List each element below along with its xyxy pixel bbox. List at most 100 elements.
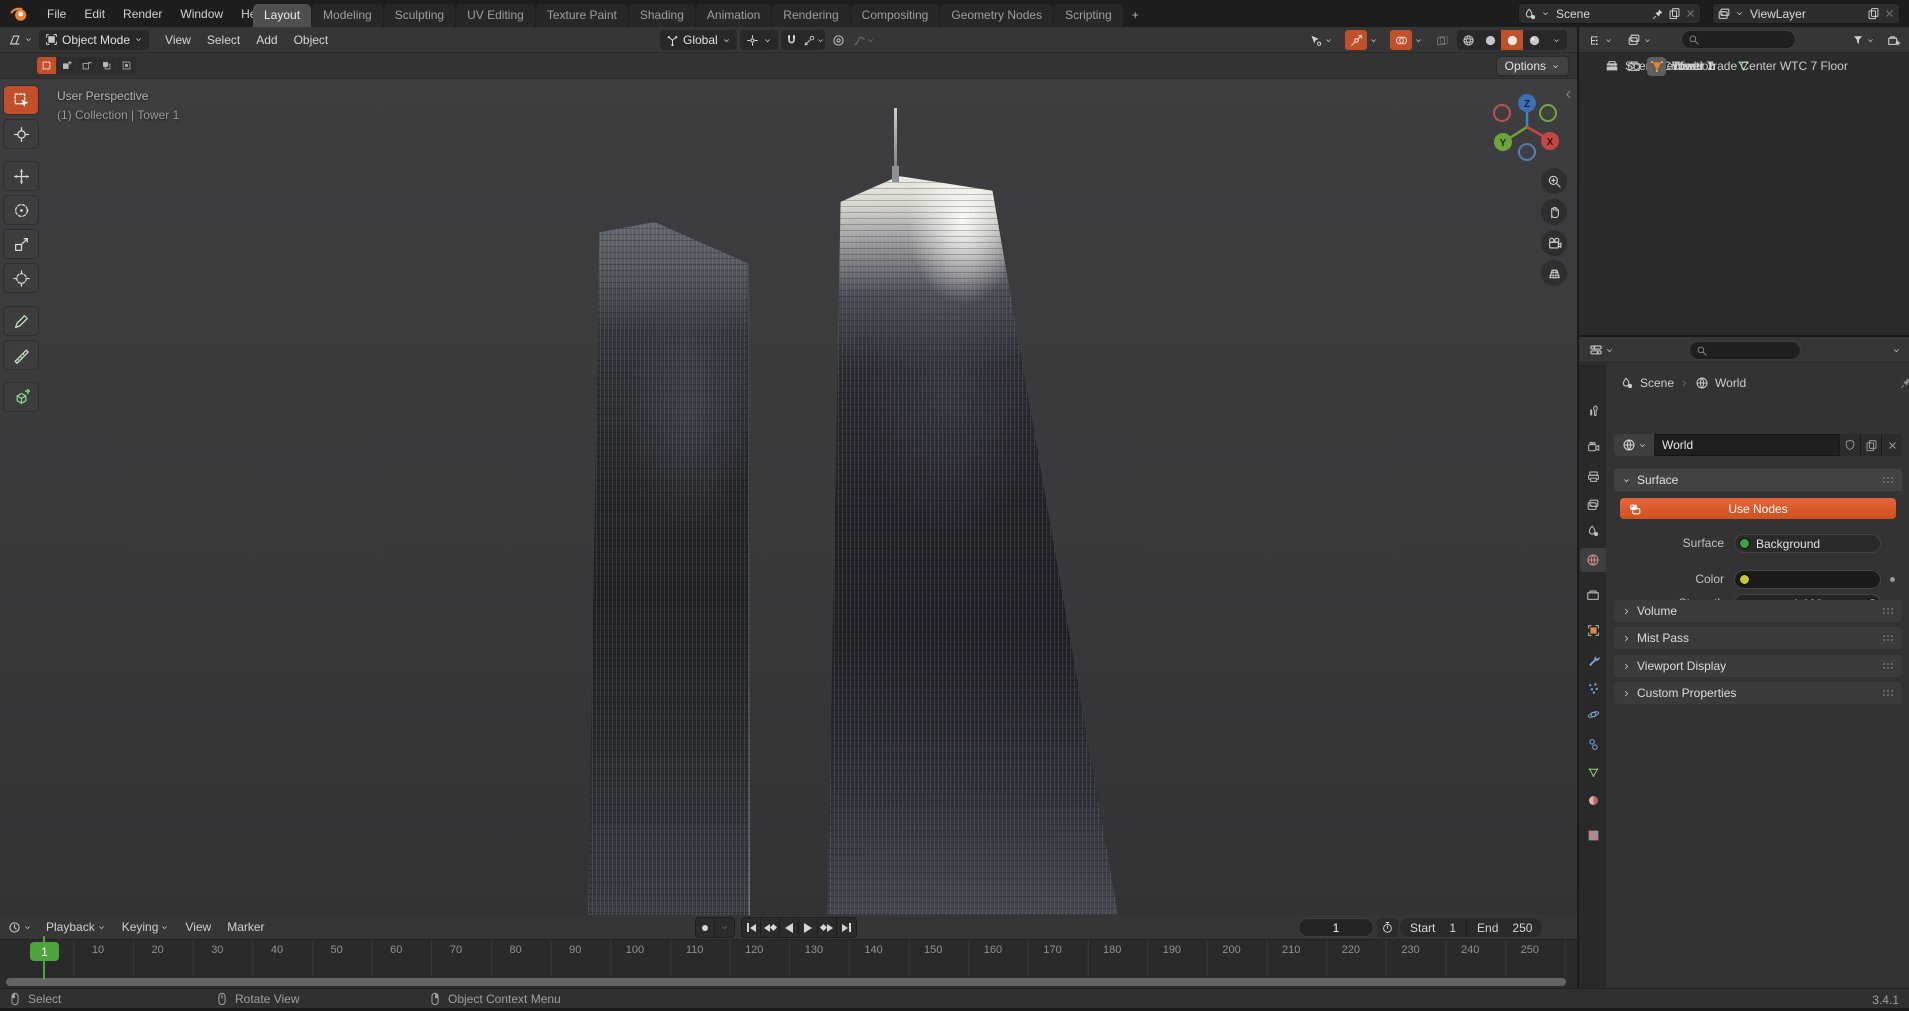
drag-dots-icon[interactable] — [1882, 606, 1894, 616]
properties-tab-object[interactable] — [1580, 618, 1606, 642]
menu-window[interactable]: Window — [171, 3, 232, 25]
properties-tab-particles[interactable] — [1580, 676, 1606, 700]
properties-tab-tool[interactable] — [1580, 398, 1606, 422]
timeline-menu-view[interactable]: View — [177, 917, 219, 937]
camera-view-button[interactable] — [1541, 230, 1567, 256]
properties-tab-data[interactable] — [1580, 760, 1606, 784]
viewport-3d[interactable]: Object Mode View Select Add Object Global — [0, 27, 1577, 915]
shading-rendered-button[interactable] — [1523, 30, 1545, 50]
tower-1-object[interactable] — [588, 222, 750, 915]
new-viewlayer-icon[interactable] — [1867, 7, 1880, 20]
menu-render[interactable]: Render — [114, 3, 171, 25]
drag-dots-icon[interactable] — [1882, 661, 1894, 671]
auto-key-button[interactable] — [696, 918, 715, 937]
shading-material-button[interactable] — [1501, 30, 1523, 50]
world-name-field[interactable]: World — [1654, 434, 1839, 456]
select-mode-subtract[interactable] — [77, 57, 96, 74]
tab-scripting[interactable]: Scripting — [1054, 4, 1123, 27]
object-name[interactable]: World Trade Center WTC 7 Floor — [1672, 59, 1848, 73]
panel-volume[interactable]: Volume — [1614, 600, 1902, 622]
start-frame-field[interactable]: Start 1 — [1400, 918, 1468, 937]
menu-edit[interactable]: Edit — [75, 3, 114, 25]
tool-addcube-button[interactable] — [3, 382, 39, 412]
play-button[interactable] — [799, 918, 818, 937]
auto-key-dropdown[interactable] — [715, 918, 734, 937]
play-reverse-button[interactable] — [780, 918, 799, 937]
properties-tab-world[interactable] — [1580, 548, 1606, 572]
selectability-dropdown[interactable] — [1305, 30, 1337, 50]
browse-world-button[interactable] — [1614, 434, 1654, 456]
mode-dropdown[interactable]: Object Mode — [39, 29, 150, 50]
properties-tab-physics[interactable] — [1580, 702, 1606, 726]
select-mode-invert[interactable] — [97, 57, 116, 74]
fake-user-button[interactable] — [1839, 434, 1860, 456]
timeline-editor-type[interactable] — [4, 917, 36, 937]
shading-dropdown[interactable] — [1545, 30, 1567, 50]
snap-toggle[interactable] — [781, 30, 803, 50]
tool-select-button[interactable] — [3, 85, 39, 115]
prev-keyframe-button[interactable] — [761, 918, 780, 937]
tab-animation[interactable]: Animation — [695, 4, 772, 27]
tool-measure-button[interactable] — [3, 340, 39, 370]
properties-tab-viewlayer[interactable] — [1580, 493, 1606, 517]
use-preview-range-button[interactable] — [1377, 918, 1398, 937]
jump-to-end-button[interactable] — [837, 918, 856, 937]
tool-cursor-button[interactable] — [3, 119, 39, 149]
orientation-dropdown[interactable]: Global — [660, 30, 737, 50]
zoom-view-button[interactable] — [1541, 168, 1567, 194]
properties-tab-modifiers[interactable] — [1580, 648, 1606, 672]
properties-tab-texture[interactable] — [1580, 823, 1606, 847]
drag-dots-icon[interactable] — [1882, 688, 1894, 698]
properties-tab-constraints[interactable] — [1580, 732, 1606, 756]
timeline-ruler[interactable]: 1 10 20 30 40 50 60 70 80 90 100 110 120 130 140 150 16… — [0, 940, 1577, 976]
timeline-menu-keying[interactable]: Keying — [114, 917, 178, 937]
show-overlays-toggle[interactable] — [1390, 30, 1412, 50]
use-nodes-button[interactable]: Use Nodes — [1620, 498, 1896, 519]
viewport-menu-add[interactable]: Add — [248, 30, 285, 50]
viewport-menu-view[interactable]: View — [157, 30, 199, 50]
pivot-dropdown[interactable] — [739, 30, 778, 50]
properties-options-dropdown[interactable] — [1888, 340, 1905, 360]
add-workspace-button[interactable]: + — [1124, 4, 1147, 27]
shading-wireframe-button[interactable] — [1457, 30, 1479, 50]
close-icon[interactable] — [1884, 8, 1895, 19]
tower-2-object[interactable] — [827, 176, 1118, 915]
tool-scale-button[interactable] — [3, 229, 39, 259]
pan-view-button[interactable] — [1541, 199, 1567, 225]
viewport-menu-select[interactable]: Select — [199, 30, 248, 50]
options-dropdown[interactable]: Options — [1495, 56, 1569, 76]
close-icon[interactable] — [1685, 8, 1696, 19]
next-keyframe-button[interactable] — [818, 918, 837, 937]
navigation-gizmo[interactable]: Z Y X — [1489, 89, 1565, 168]
expander-icon[interactable] — [1609, 60, 1618, 74]
drag-dots-icon[interactable] — [1882, 633, 1894, 643]
tab-shading[interactable]: Shading — [628, 4, 695, 27]
proportional-edit-toggle[interactable] — [828, 30, 850, 50]
timeline-menu-playback[interactable]: Playback — [38, 917, 114, 937]
tab-compositing[interactable]: Compositing — [850, 4, 940, 27]
show-gizmo-toggle[interactable] — [1345, 30, 1367, 50]
tool-move-button[interactable] — [3, 161, 39, 191]
editor-type-button[interactable] — [4, 30, 37, 50]
pin-icon[interactable] — [1652, 8, 1664, 20]
tab-modeling[interactable]: Modeling — [312, 4, 383, 27]
falloff-dropdown[interactable] — [853, 30, 875, 50]
panel-viewport-display[interactable]: Viewport Display — [1614, 655, 1902, 677]
surface-panel-header[interactable]: Surface — [1614, 469, 1902, 491]
outliner-search-input[interactable] — [1681, 30, 1796, 49]
panel-mist-pass[interactable]: Mist Pass — [1614, 627, 1902, 649]
tab-rendering[interactable]: Rendering — [772, 4, 850, 27]
viewlayer-selector[interactable]: ViewLayer — [1712, 3, 1900, 24]
tab-geometry-nodes[interactable]: Geometry Nodes — [940, 4, 1054, 27]
properties-tab-render[interactable] — [1580, 435, 1606, 459]
new-scene-icon[interactable] — [1668, 7, 1681, 20]
timeline-menu-marker[interactable]: Marker — [219, 917, 272, 937]
outliner-filter-mode[interactable] — [1623, 30, 1656, 50]
properties-search-input[interactable] — [1689, 341, 1801, 360]
shading-solid-button[interactable] — [1479, 30, 1501, 50]
outliner-filter-dropdown[interactable] — [1848, 30, 1879, 50]
breadcrumb-world[interactable]: World — [1715, 376, 1746, 390]
properties-tab-material[interactable] — [1580, 788, 1606, 812]
properties-tab-collection[interactable] — [1580, 583, 1606, 607]
pin-icon[interactable] — [1900, 377, 1909, 389]
